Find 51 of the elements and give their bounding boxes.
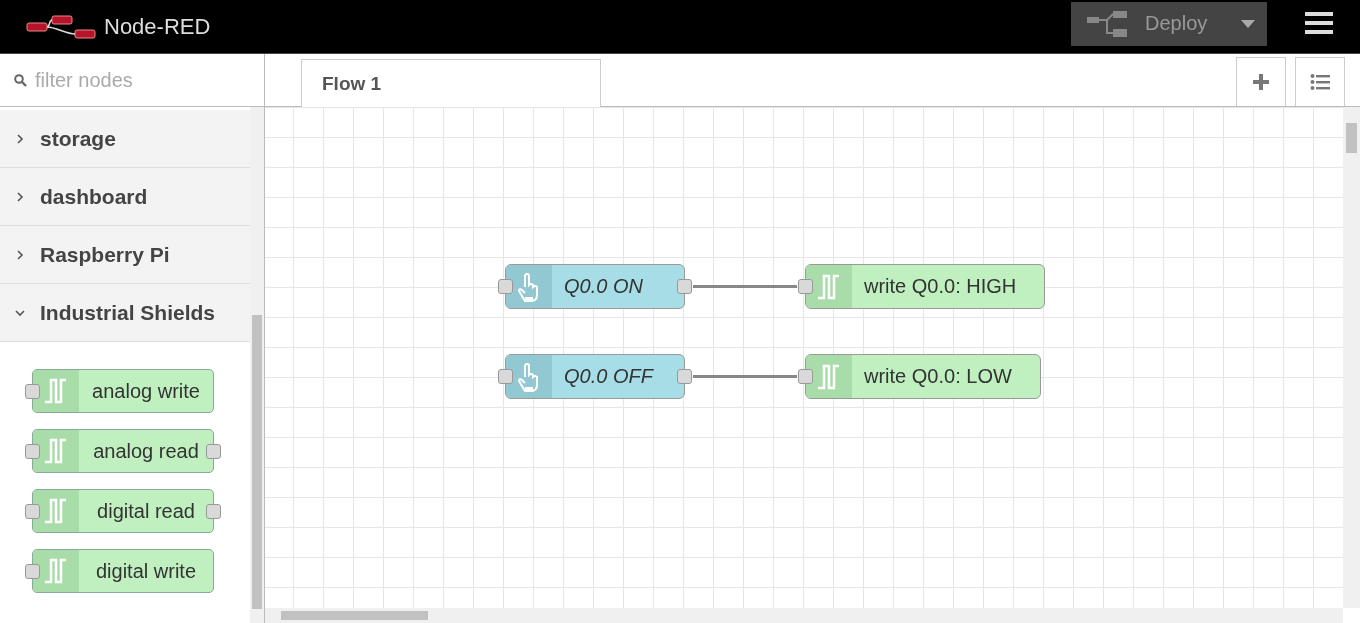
palette-node[interactable]: analog read bbox=[32, 429, 214, 473]
palette-node-label: analog write bbox=[91, 378, 201, 404]
node-label: write Q0.0: HIGH bbox=[863, 274, 1018, 299]
palette-category[interactable]: storage bbox=[0, 110, 251, 168]
input-port[interactable] bbox=[25, 564, 40, 579]
flow-node[interactable]: write Q0.0: LOW bbox=[805, 354, 1041, 399]
plus-icon bbox=[1251, 72, 1271, 92]
add-button[interactable] bbox=[1236, 57, 1286, 106]
list-button[interactable] bbox=[1295, 57, 1345, 106]
flow-icon bbox=[1087, 10, 1129, 37]
list-icon bbox=[1310, 72, 1330, 92]
palette-category[interactable]: Raspberry Pi bbox=[0, 226, 251, 284]
category-label: storage bbox=[40, 126, 116, 151]
app-title: Node-RED bbox=[104, 13, 211, 40]
input-port[interactable] bbox=[25, 504, 40, 519]
palette-node-label: digital write bbox=[94, 558, 197, 584]
node-label: write Q0.0: LOW bbox=[863, 364, 1013, 389]
input-port[interactable] bbox=[498, 369, 513, 384]
input-port[interactable] bbox=[498, 279, 513, 294]
output-port[interactable] bbox=[206, 444, 221, 459]
node-label: Q0.0 ON bbox=[563, 274, 644, 299]
flow-canvas[interactable]: Q0.0 ON write Q0.0: HIGH Q0.0 OFF write Q0.0: LOW bbox=[265, 107, 1343, 608]
palette-node[interactable]: digital write bbox=[32, 549, 214, 593]
menu-icon[interactable] bbox=[1305, 11, 1333, 34]
scrollbar[interactable] bbox=[265, 608, 1343, 623]
input-port[interactable] bbox=[25, 444, 40, 459]
flow-node[interactable]: Q0.0 OFF bbox=[505, 354, 685, 399]
output-port[interactable] bbox=[677, 279, 692, 294]
caret-icon bbox=[1241, 19, 1255, 28]
category-label: Raspberry Pi bbox=[40, 242, 170, 267]
palette-category[interactable]: Industrial Shields bbox=[0, 284, 251, 342]
flow-node[interactable]: write Q0.0: HIGH bbox=[805, 264, 1046, 309]
flow-tab[interactable]: Flow 1 bbox=[301, 59, 601, 107]
node-label: Q0.0 OFF bbox=[563, 364, 655, 389]
palette-category[interactable]: dashboard bbox=[0, 168, 251, 226]
palette-node[interactable]: analog write bbox=[32, 369, 214, 413]
palette-node-label: digital read bbox=[96, 498, 196, 524]
flow-node[interactable]: Q0.0 ON bbox=[505, 264, 685, 309]
input-port[interactable] bbox=[798, 369, 813, 384]
input-port[interactable] bbox=[798, 279, 813, 294]
output-port[interactable] bbox=[677, 369, 692, 384]
input-port[interactable] bbox=[25, 384, 40, 399]
category-label: Industrial Shields bbox=[40, 300, 216, 325]
logo-icon bbox=[26, 14, 96, 39]
scrollbar[interactable] bbox=[1343, 107, 1360, 608]
palette-node-label: analog read bbox=[92, 438, 200, 464]
palette-node[interactable]: digital read bbox=[32, 489, 214, 533]
search-icon bbox=[14, 73, 27, 87]
category-label: dashboard bbox=[40, 184, 148, 209]
scrollbar[interactable] bbox=[250, 107, 264, 623]
output-port[interactable] bbox=[206, 504, 221, 519]
